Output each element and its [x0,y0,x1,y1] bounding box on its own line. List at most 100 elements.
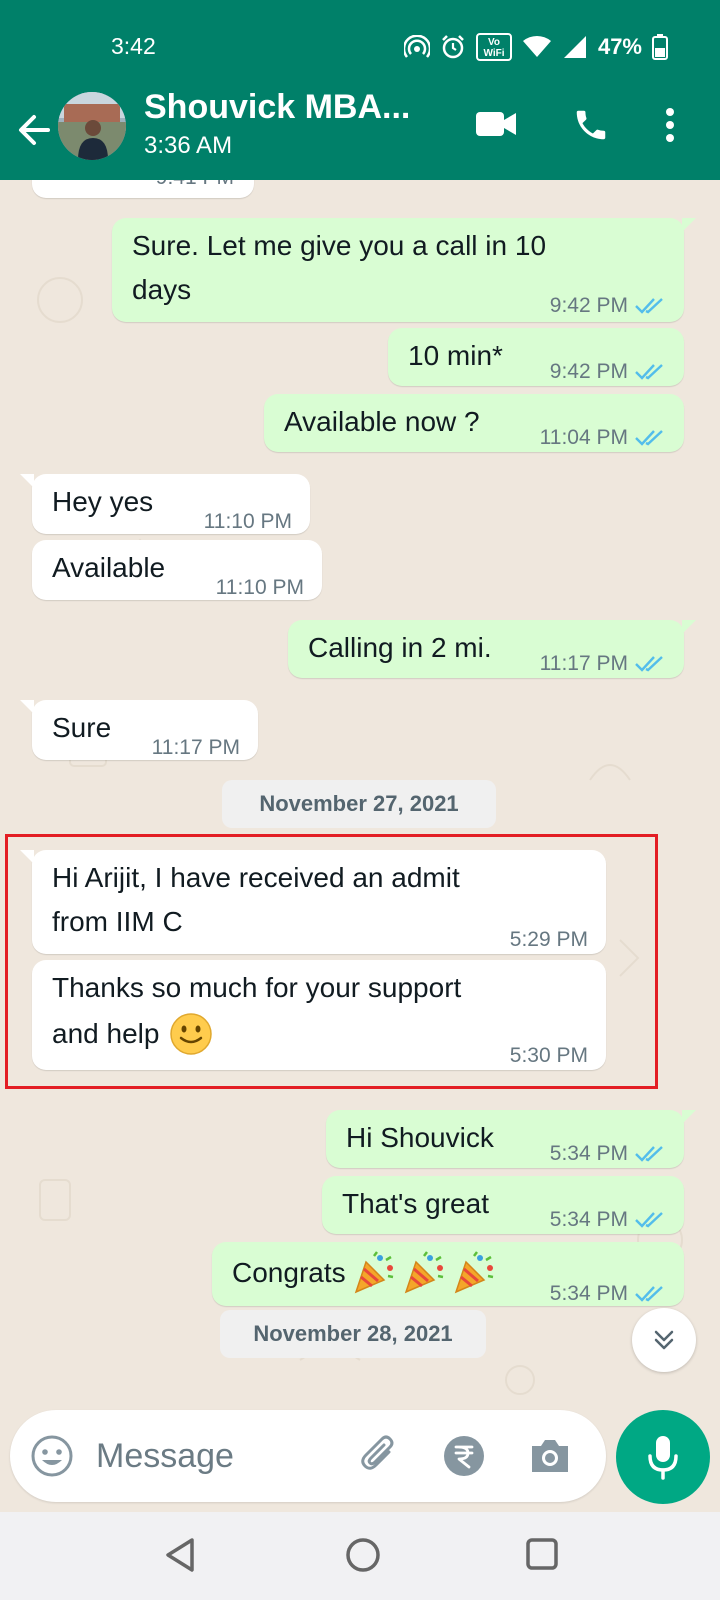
message-bubble-incoming[interactable]: Hey yes 11:10 PM [20,474,310,534]
message-time: 9:41 PM [156,180,234,200]
message-input[interactable] [96,1432,336,1480]
message-text-line2: days [132,274,192,305]
double-check-read-icon [635,298,663,314]
video-camera-icon [476,112,516,136]
message-bubble-outgoing[interactable]: 10 min* 9:42 PM [388,328,684,386]
chat-area[interactable]: 9:41 PM Sure. Let me give you a call in … [0,180,720,1410]
party-popper-icon [354,1251,393,1294]
message-text: 10 min* [408,340,503,371]
message-meta: 5:34 PM [550,1272,666,1316]
message-text: Available now ? [284,406,480,437]
nav-recents-icon[interactable] [524,1536,560,1572]
message-bubble-outgoing[interactable]: That's great 5:34 PM [322,1176,684,1234]
message-meta: 11:04 PM [540,416,666,460]
message-text-line2: and help [52,1018,160,1049]
phone-icon [576,110,606,140]
message-text-wrap: Congrats [232,1250,496,1296]
message-meta: 9:42 PM [550,350,666,394]
message-text: Congrats [232,1257,346,1288]
message-text: That's great [342,1188,489,1219]
chat-header: Shouvick MBA... 3:36 AM [0,88,720,180]
double-check-read-icon [635,364,663,380]
volte-badge-line2: WiFi [483,48,504,59]
message-text-line1: Hi Arijit, I have received an admit [52,862,460,893]
message-time: 11:10 PM [215,576,304,599]
alarm-icon [442,35,464,59]
nav-back-icon[interactable] [162,1536,198,1574]
message-time: 5:30 PM [509,1044,588,1067]
battery-icon [652,34,668,60]
message-time: 5:34 PM [549,1142,628,1165]
message-time: 5:34 PM [549,1282,628,1305]
message-bubble-incoming[interactable]: Sure 11:17 PM [20,700,258,760]
message-bubble-outgoing[interactable]: Calling in 2 mi. 11:17 PM [288,620,696,678]
message-bubble-incoming[interactable]: 9:41 PM [32,180,254,198]
message-text-line2-wrap: and help [52,1012,213,1056]
message-bubble-outgoing[interactable]: Available now ? 11:04 PM [264,394,684,452]
message-time: 11:04 PM [539,426,628,449]
message-bubble-outgoing[interactable]: Sure. Let me give you a call in 10 days … [112,218,696,322]
message-text-line1: Thanks so much for your support [52,972,462,1003]
message-meta: 5:34 PM [550,1132,666,1176]
message-bubble-outgoing[interactable]: Hi Shouvick 5:34 PM [326,1110,696,1168]
contact-name[interactable]: Shouvick MBA... [144,88,410,127]
hotspot-icon [403,35,430,58]
message-text: Hey yes [52,486,154,517]
message-text: Calling in 2 mi. [308,632,492,663]
message-bubble-incoming[interactable]: Available 11:10 PM [32,540,322,600]
battery-percent: 47% [597,34,642,59]
slightly-smiling-face-icon [170,1013,213,1055]
message-bubble-outgoing[interactable]: Congrats 5:34 PM [212,1242,684,1306]
message-meta: 5:34 PM [550,1198,666,1242]
message-time: 11:17 PM [539,652,628,675]
message-composer [10,1410,606,1502]
voice-call-button[interactable] [572,106,610,149]
back-arrow-icon [19,115,50,145]
double-check-read-icon [635,1146,663,1162]
more-options-button[interactable] [664,106,676,149]
double-check-read-icon [635,1212,663,1228]
status-time: 3:42 [111,33,156,59]
message-time: 5:34 PM [549,1208,628,1231]
message-text: Hi Shouvick [346,1122,494,1153]
message-text: Available [52,552,166,583]
message-bubble-incoming[interactable]: Thanks so much for your support and help… [32,960,606,1070]
date-separator: November 27, 2021 [222,780,496,828]
signal-icon [563,36,586,58]
status-bar: 3:42 Vo WiFi 47% [0,0,720,92]
message-time: 11:17 PM [151,736,240,759]
double-check-read-icon [635,1286,663,1302]
voice-message-button[interactable] [616,1410,710,1504]
camera-icon[interactable] [528,1436,572,1476]
message-bubble-incoming[interactable]: Hi Arijit, I have received an admit from… [20,850,606,954]
message-time: 9:42 PM [549,294,628,317]
nav-home-icon[interactable] [344,1536,382,1574]
more-vertical-icon [666,108,674,142]
double-chevron-down-icon [654,1330,674,1350]
volte-badge-line1: Vo [488,37,500,48]
message-time: 9:42 PM [549,360,628,383]
status-icons: Vo WiFi 47% [403,33,668,61]
message-time: 11:10 PM [203,510,292,533]
emoji-picker-icon[interactable] [30,1434,74,1478]
message-text-line1: Sure. Let me give you a call in 10 [132,230,547,261]
volte-wifi-icon: Vo WiFi [475,33,512,61]
scroll-to-bottom-button[interactable] [632,1308,696,1372]
double-check-read-icon [635,656,663,672]
back-button[interactable] [14,110,54,150]
message-time: 5:29 PM [509,928,588,951]
party-popper-icon [404,1251,443,1294]
contact-avatar[interactable] [58,92,126,160]
payment-rupee-icon[interactable] [442,1434,486,1478]
microphone-icon [648,1436,678,1480]
video-call-button[interactable] [474,106,518,147]
avatar-photo [58,92,126,160]
message-meta: 11:17 PM [540,642,666,686]
message-text-line2: from IIM C [52,906,183,937]
message-meta: 9:42 PM [550,284,666,328]
attachment-paperclip-icon[interactable] [356,1432,402,1478]
party-popper-icon [454,1251,493,1294]
date-separator: November 28, 2021 [220,1310,486,1358]
double-check-read-icon [635,430,663,446]
last-seen: 3:36 AM [144,132,233,159]
